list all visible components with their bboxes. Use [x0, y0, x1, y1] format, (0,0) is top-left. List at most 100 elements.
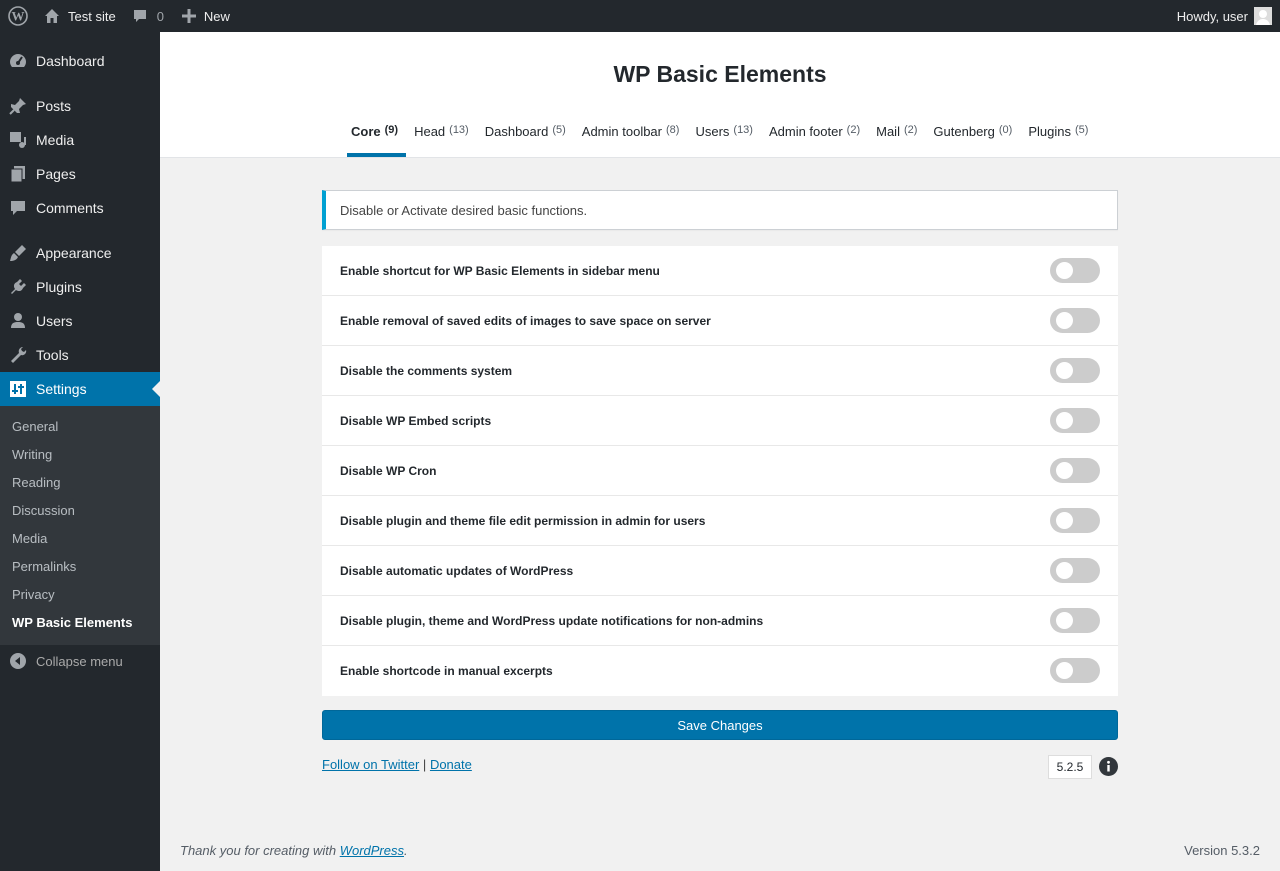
avatar — [1254, 7, 1272, 25]
sidebar-item-comments[interactable]: Comments — [0, 191, 160, 225]
sidebar-item-settings[interactable]: Settings — [0, 372, 160, 406]
sidebar-item-users[interactable]: Users — [0, 304, 160, 338]
sidebar-item-media[interactable]: Media — [0, 123, 160, 157]
admin-bar: W Test site 0 New Howdy, user — [0, 0, 1280, 32]
tab-count: (5) — [552, 124, 566, 136]
link-separator: | — [422, 757, 427, 772]
submenu-item-general[interactable]: General — [12, 419, 58, 434]
toggle-knob — [1056, 262, 1073, 279]
tab-admin-footer[interactable]: Admin footer (2) — [765, 116, 868, 157]
toggle-knob — [1056, 562, 1073, 579]
follow-twitter-link[interactable]: Follow on Twitter — [322, 757, 419, 772]
notice-text: Disable or Activate desired basic functi… — [340, 202, 588, 218]
submenu-item-discussion[interactable]: Discussion — [12, 503, 75, 518]
sidebar-item-dashboard[interactable]: Dashboard — [0, 44, 160, 78]
sidebar-item-tools[interactable]: Tools — [0, 338, 160, 372]
settings-icon — [0, 380, 36, 398]
wordpress-link[interactable]: WordPress — [340, 843, 404, 858]
tab-admin-toolbar[interactable]: Admin toolbar (8) — [578, 116, 688, 157]
submenu-item-permalinks[interactable]: Permalinks — [12, 559, 76, 574]
option-row: Enable removal of saved edits of images … — [322, 296, 1118, 346]
plugin-version-badge: 5.2.5 — [1048, 755, 1092, 779]
tab-count: (13) — [733, 124, 753, 136]
toggle-switch[interactable] — [1050, 658, 1100, 683]
toggle-knob — [1056, 362, 1073, 379]
tab-label: Admin toolbar — [581, 124, 662, 139]
comments-count: 0 — [156, 8, 164, 24]
comments-link[interactable]: 0 — [124, 0, 174, 32]
footer-thanks-suffix: . — [404, 843, 408, 858]
option-label: Disable WP Embed scripts — [340, 413, 492, 428]
tab-count: (8) — [666, 124, 680, 136]
tab-count: (0) — [998, 124, 1013, 136]
plug-icon — [0, 277, 36, 297]
toggle-knob — [1056, 462, 1073, 479]
option-label: Disable WP Cron — [340, 463, 437, 478]
wordpress-logo-icon: W — [8, 6, 28, 26]
howdy-text: Howdy, user — [1176, 8, 1248, 24]
submenu-item-reading[interactable]: Reading — [12, 475, 60, 490]
tab-core[interactable]: Core (9) — [347, 116, 407, 157]
collapse-menu-button[interactable]: Collapse menu — [0, 649, 123, 673]
site-name-link[interactable]: Test site — [36, 0, 124, 32]
brush-icon — [0, 243, 36, 263]
toggle-switch[interactable] — [1050, 308, 1100, 333]
toggle-switch[interactable] — [1050, 458, 1100, 483]
option-label: Enable shortcode in manual excerpts — [340, 664, 553, 678]
comment-icon — [0, 198, 36, 218]
site-name: Test site — [68, 8, 116, 24]
option-row: Disable the comments system — [322, 346, 1118, 396]
option-label: Disable plugin, theme and WordPress upda… — [340, 613, 764, 628]
toggle-switch[interactable] — [1050, 408, 1100, 433]
admin-sidebar: Dashboard Posts Media Pages Comments App… — [0, 32, 160, 871]
option-label: Disable automatic updates of WordPress — [340, 563, 574, 578]
pages-icon — [0, 164, 36, 184]
sidebar-item-label: Settings — [36, 381, 87, 397]
submenu-item-writing[interactable]: Writing — [12, 447, 52, 462]
sidebar-item-label: Pages — [36, 166, 76, 182]
new-content-link[interactable]: New — [174, 0, 238, 32]
save-changes-button[interactable]: Save Changes — [322, 710, 1118, 740]
option-row: Disable WP Cron — [322, 446, 1118, 496]
dashboard-icon — [0, 51, 36, 71]
sidebar-item-plugins[interactable]: Plugins — [0, 270, 160, 304]
comment-icon — [133, 10, 146, 22]
toggle-switch[interactable] — [1050, 258, 1100, 283]
toggle-switch[interactable] — [1050, 558, 1100, 583]
sidebar-item-label: Appearance — [36, 245, 112, 261]
tab-bar: Core (9) Head (13) Dashboard (5) Admin tool… — [347, 116, 1100, 157]
sidebar-item-appearance[interactable]: Appearance — [0, 236, 160, 270]
sidebar-item-label: Users — [36, 313, 73, 329]
submenu-item-wp-basic-elements[interactable]: WP Basic Elements — [12, 615, 132, 630]
tab-dashboard[interactable]: Dashboard (5) — [481, 116, 574, 157]
option-row: Enable shortcode in manual excerpts — [322, 646, 1118, 696]
sidebar-item-posts[interactable]: Posts — [0, 89, 160, 123]
info-icon[interactable] — [1099, 757, 1118, 776]
submenu-item-privacy[interactable]: Privacy — [12, 587, 55, 602]
my-account-link[interactable]: Howdy, user — [1177, 0, 1280, 32]
pin-icon — [0, 96, 36, 116]
toggle-switch[interactable] — [1050, 358, 1100, 383]
tab-count: (5) — [1074, 124, 1089, 136]
toggle-knob — [1056, 512, 1073, 529]
sidebar-item-pages[interactable]: Pages — [0, 157, 160, 191]
svg-text:W: W — [12, 9, 25, 24]
tab-mail[interactable]: Mail (2) — [872, 116, 925, 157]
tab-gutenberg[interactable]: Gutenberg (0) — [929, 116, 1020, 157]
tab-count: (2) — [903, 124, 918, 136]
wordpress-logo-button[interactable]: W — [0, 0, 36, 32]
plugin-links: Follow on Twitter | Donate — [322, 757, 472, 772]
sidebar-item-label: Tools — [36, 347, 69, 363]
toggle-switch[interactable] — [1050, 508, 1100, 533]
tab-users[interactable]: Users (13) — [691, 116, 761, 157]
tab-label: Core — [351, 124, 381, 139]
tab-plugins[interactable]: Plugins (5) — [1024, 116, 1096, 157]
tab-count: (13) — [449, 124, 469, 136]
submenu-item-media[interactable]: Media — [12, 531, 47, 546]
footer-version: Version 5.3.2 — [1184, 843, 1260, 858]
collapse-arrow-icon — [0, 653, 36, 669]
tab-head[interactable]: Head (13) — [410, 116, 477, 157]
option-row: Disable automatic updates of WordPress — [322, 546, 1118, 596]
donate-link[interactable]: Donate — [430, 757, 472, 772]
toggle-switch[interactable] — [1050, 608, 1100, 633]
